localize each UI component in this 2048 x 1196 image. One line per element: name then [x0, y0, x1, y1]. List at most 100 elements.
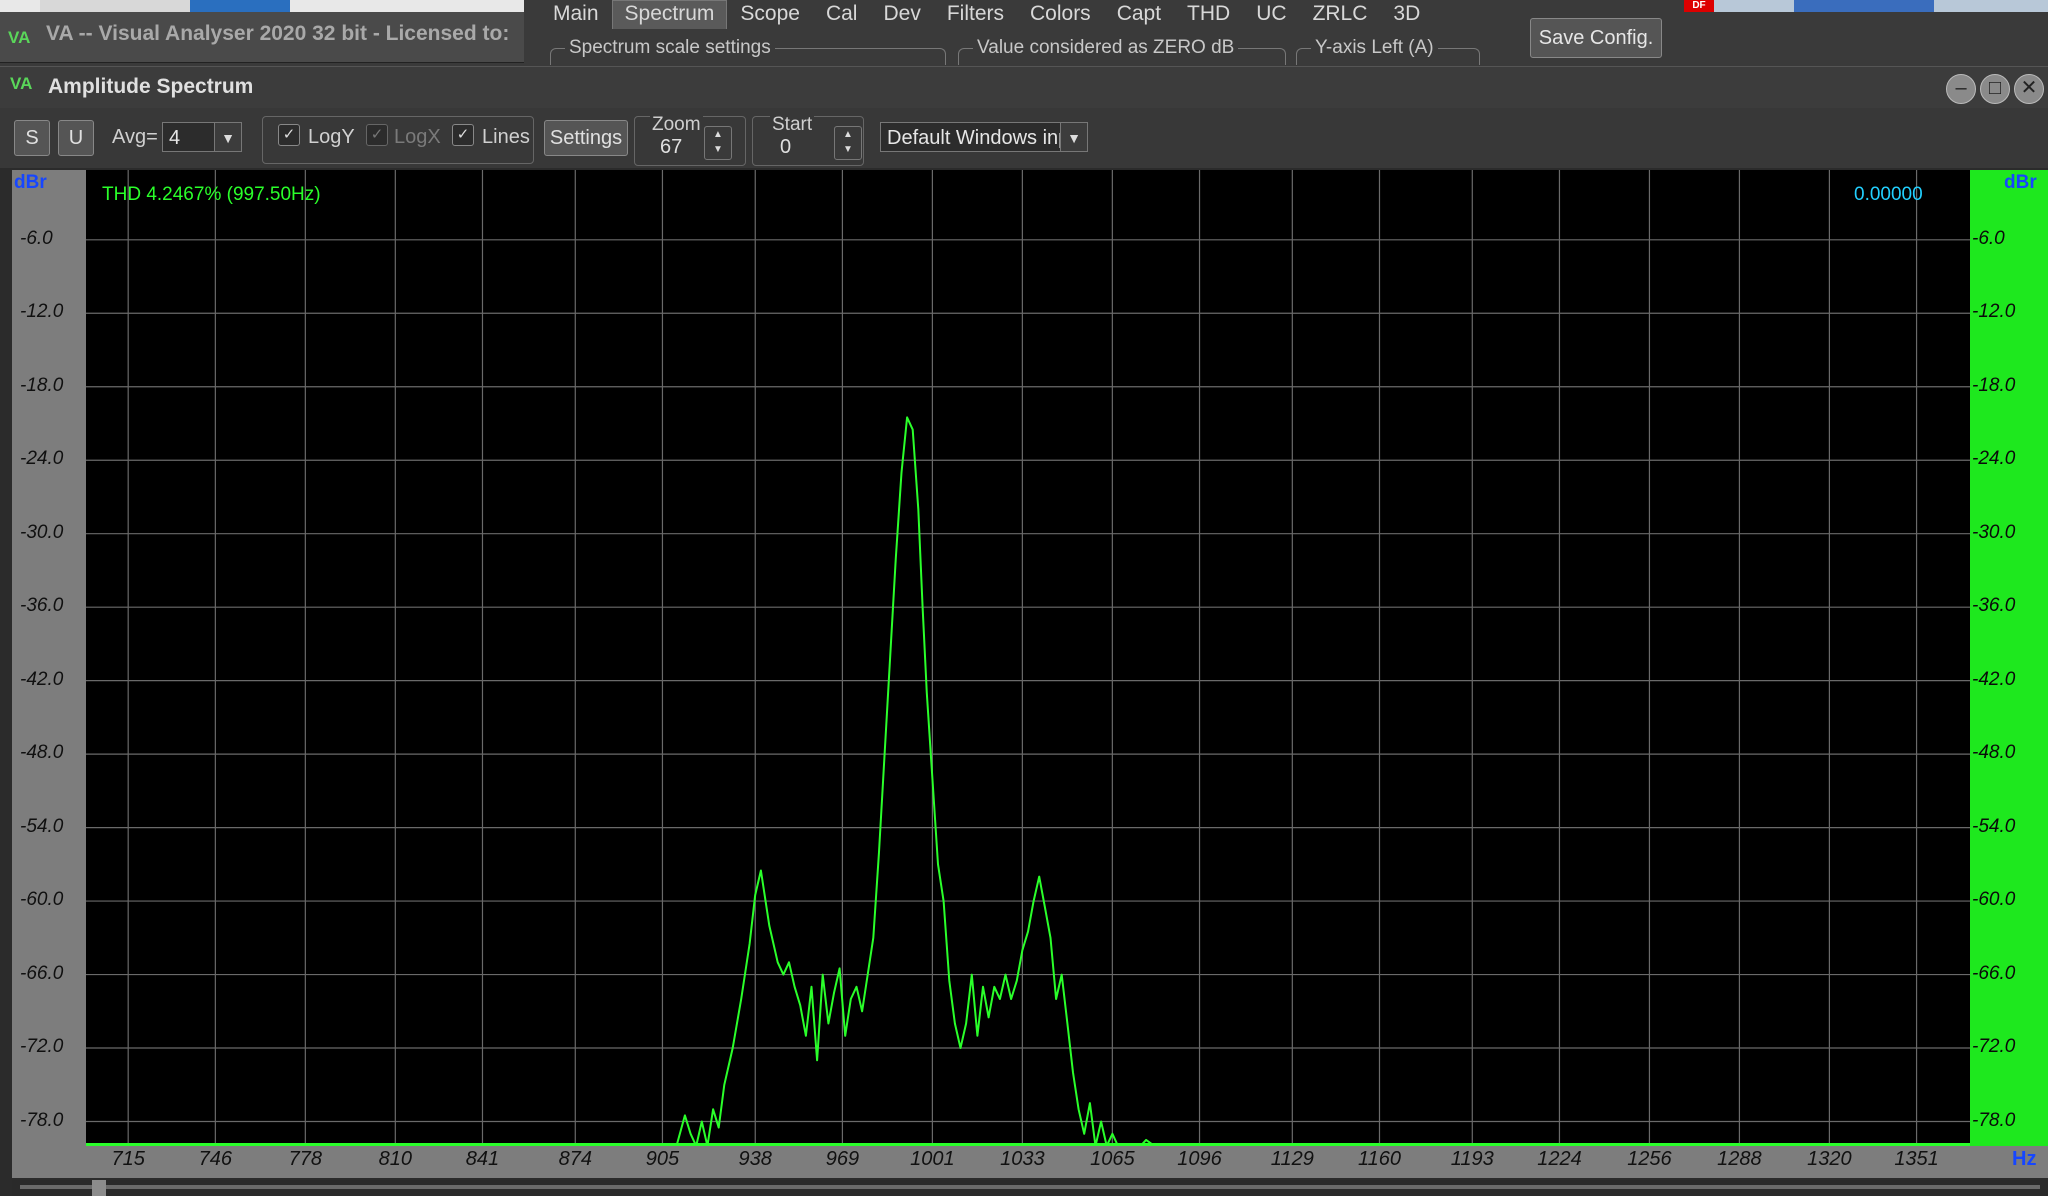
- taskbar-thumbnails-right: DF: [1684, 0, 2048, 12]
- group-label: Spectrum scale settings: [565, 37, 775, 59]
- x-tick-label: 715: [111, 1148, 145, 1170]
- chevron-down-icon[interactable]: ▼: [214, 122, 242, 152]
- start-value[interactable]: 0: [780, 136, 791, 159]
- input-device-select[interactable]: Default Windows input: [880, 122, 1064, 152]
- tab-capt[interactable]: Capt: [1104, 0, 1174, 30]
- s-button[interactable]: S: [14, 120, 50, 156]
- x-tick-label: 1256: [1627, 1148, 1672, 1170]
- x-tick-label: 1129: [1270, 1148, 1314, 1170]
- y-tick-label-right: -60.0: [1972, 889, 2016, 911]
- tab-dev[interactable]: Dev: [870, 0, 933, 30]
- group-label: Y-axis Left (A): [1311, 37, 1438, 59]
- logx-checkbox[interactable]: ✓: [366, 124, 388, 146]
- tab-spectrum[interactable]: Spectrum: [611, 0, 728, 29]
- tab-uc[interactable]: UC: [1243, 0, 1299, 30]
- x-tick-label: 1033: [1000, 1148, 1045, 1170]
- y-unit-right: dBr: [2004, 172, 2037, 193]
- x-tick-label: 1193: [1450, 1148, 1494, 1170]
- x-tick-label: 1288: [1717, 1148, 1762, 1170]
- y-unit-left: dBr: [14, 172, 47, 193]
- close-icon[interactable]: ✕: [2014, 74, 2044, 104]
- thumbnail: [190, 0, 290, 12]
- zoom-stepper-icon[interactable]: ▲ ▼: [704, 126, 732, 160]
- tab-thd[interactable]: THD: [1174, 0, 1243, 30]
- y-tick-label-left: -78.0: [20, 1109, 64, 1131]
- settings-button[interactable]: Settings: [544, 120, 628, 156]
- x-tick-label: 810: [378, 1148, 412, 1170]
- app-logo-icon: VA: [8, 28, 31, 47]
- y-tick-label-left: -30.0: [20, 521, 64, 543]
- logx-label: LogX: [394, 126, 441, 148]
- start-stepper-icon[interactable]: ▲ ▼: [834, 126, 862, 160]
- save-config-button[interactable]: Save Config.: [1530, 18, 1662, 58]
- y-tick-label-left: -12.0: [20, 301, 64, 323]
- spectrum-plot: [86, 170, 1970, 1146]
- y-tick-label-right: -54.0: [1972, 815, 2016, 837]
- y-tick-label-right: -48.0: [1972, 742, 2016, 764]
- tab-3d[interactable]: 3D: [1380, 0, 1433, 30]
- minimize-icon[interactable]: –: [1946, 74, 1976, 104]
- app-title: VA -- Visual Analyser 2020 32 bit - Lice…: [46, 22, 510, 45]
- x-tick-label: 1065: [1090, 1148, 1135, 1170]
- group-spectrum-scale-settings: Spectrum scale settings: [550, 37, 946, 65]
- scrollbar-track: [20, 1185, 2040, 1189]
- y-tick-label-right: -42.0: [1972, 668, 2016, 690]
- logy-label: LogY: [308, 126, 355, 148]
- x-tick-label: 1224: [1537, 1148, 1582, 1170]
- x-tick-label: 1351: [1894, 1148, 1939, 1170]
- window-logo-icon: VA: [10, 74, 33, 93]
- avg-select[interactable]: 4: [162, 122, 218, 152]
- x-tick-label: 778: [288, 1148, 323, 1170]
- y-tick-label-right: -66.0: [1972, 962, 2016, 984]
- scrollbar-thumb[interactable]: [92, 1180, 106, 1196]
- avg-label: Avg=: [112, 126, 158, 148]
- x-tick-label: 874: [558, 1148, 592, 1170]
- x-tick-label: 1001: [910, 1148, 955, 1170]
- y-tick-label-left: -54.0: [20, 815, 64, 837]
- x-tick-label: 746: [198, 1148, 233, 1170]
- zoom-value[interactable]: 67: [660, 136, 682, 159]
- spectrum-line: [675, 416, 1211, 1146]
- taskbar-thumbnails: [0, 0, 524, 12]
- x-tick-label: 938: [738, 1148, 772, 1170]
- chevron-down-icon[interactable]: ▼: [1060, 122, 1088, 152]
- plot-grid: [86, 170, 1970, 1146]
- y-tick-label-left: -72.0: [20, 1036, 64, 1058]
- lines-checkbox[interactable]: ✓: [452, 124, 474, 146]
- y-tick-label-left: -42.0: [20, 668, 64, 690]
- spectrum-trace: [86, 416, 1970, 1146]
- tab-main[interactable]: Main: [540, 0, 612, 30]
- y-tick-label-right: -30.0: [1972, 521, 2016, 543]
- x-tick-label: 841: [465, 1148, 500, 1170]
- tab-cal[interactable]: Cal: [813, 0, 871, 30]
- x-tick-label: 905: [645, 1148, 680, 1170]
- tab-colors[interactable]: Colors: [1017, 0, 1104, 30]
- start-label: Start: [770, 114, 815, 136]
- zoom-label: Zoom: [650, 114, 703, 136]
- thumbnail: [40, 0, 190, 12]
- tab-filters[interactable]: Filters: [934, 0, 1017, 30]
- menu-tabs: Main Spectrum Scope Cal Dev Filters Colors Capt…: [540, 0, 1433, 30]
- window-title-bar: VA Amplitude Spectrum – □ ✕: [0, 66, 2048, 109]
- y-tick-label-left: -60.0: [20, 889, 64, 911]
- y-tick-label-right: -6.0: [1972, 227, 2005, 249]
- tab-scope[interactable]: Scope: [727, 0, 813, 30]
- tab-zrlc[interactable]: ZRLC: [1300, 0, 1381, 30]
- y-tick-label-right: -72.0: [1972, 1036, 2016, 1058]
- group-label: Value considered as ZERO dB: [973, 37, 1239, 59]
- y-tick-label-left: -6.0: [20, 227, 53, 249]
- x-unit: Hz: [2012, 1148, 2037, 1170]
- x-tick-label: 969: [825, 1148, 860, 1170]
- u-button[interactable]: U: [58, 120, 94, 156]
- y-tick-label-right: -36.0: [1972, 595, 2016, 617]
- y-tick-label-right: -24.0: [1972, 448, 2016, 470]
- y-tick-label-left: -24.0: [20, 448, 64, 470]
- maximize-icon[interactable]: □: [1980, 74, 2010, 104]
- lines-label: Lines: [482, 126, 530, 148]
- x-tick-label: 1160: [1357, 1148, 1401, 1170]
- logy-checkbox[interactable]: ✓: [278, 124, 300, 146]
- cursor-readout: 0.00000: [1854, 184, 1923, 205]
- window-title: Amplitude Spectrum: [48, 75, 254, 98]
- y-tick-label-left: -18.0: [20, 374, 64, 396]
- app-title-bar: VA VA -- Visual Analyser 2020 32 bit - L…: [0, 12, 524, 63]
